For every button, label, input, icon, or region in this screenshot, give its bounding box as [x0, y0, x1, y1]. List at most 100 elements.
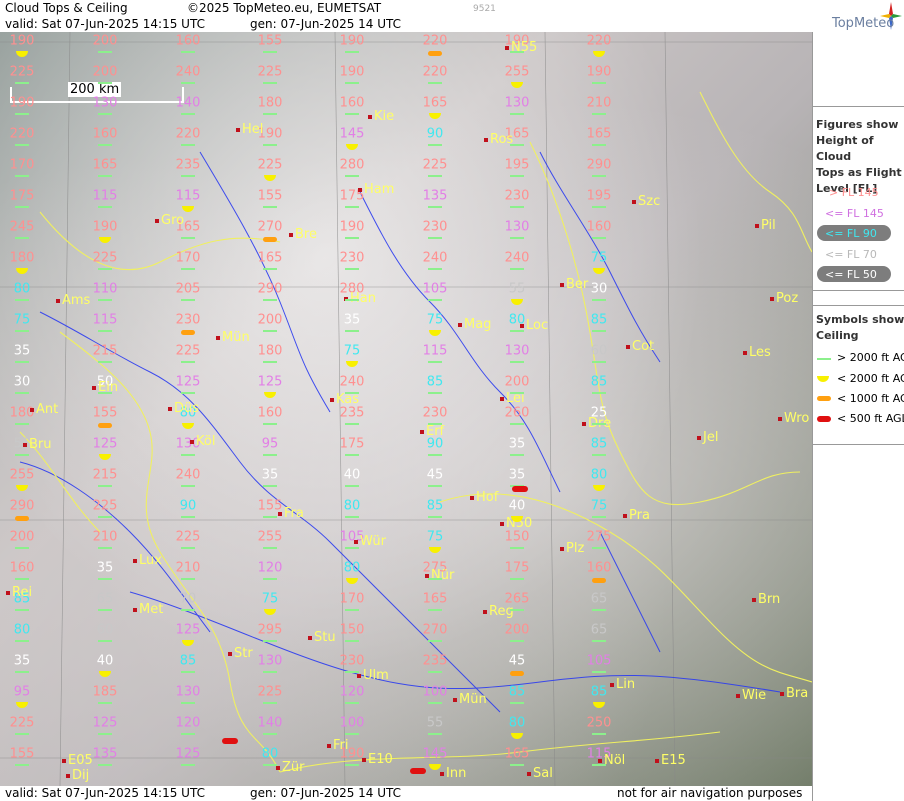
cloud-top-value: 240	[175, 64, 201, 80]
cloud-top-value: 165	[422, 591, 448, 607]
cloud-top-value: 75	[426, 529, 444, 545]
cloud-top-value: 235	[175, 157, 201, 173]
ceiling-1000-marker	[181, 330, 195, 335]
city-label: Sal	[527, 766, 553, 781]
cloud-top-value: 130	[175, 684, 201, 700]
cloud-top-value: 150	[504, 529, 530, 545]
cloud-top-value: 200	[92, 33, 118, 49]
ceiling-high-marker	[592, 206, 606, 208]
city-marker	[168, 406, 172, 411]
cloud-top-value: 65	[590, 622, 608, 638]
ceiling-500-marker	[512, 486, 528, 492]
cloud-top-value: 220	[422, 64, 448, 80]
cloud-top-value: 115	[92, 312, 118, 328]
cloud-top-value: 35	[13, 343, 31, 359]
ceiling-high-marker	[428, 733, 442, 735]
ceiling-high-marker	[345, 454, 359, 456]
city-marker	[278, 511, 282, 516]
city-label: Les	[743, 345, 771, 360]
city-label: Lin	[610, 677, 635, 692]
city-label: Kas	[330, 392, 359, 407]
city-marker	[458, 322, 462, 327]
ceiling-high-marker	[98, 361, 112, 363]
ceiling-1000-marker	[263, 237, 277, 242]
ceiling-high-marker	[181, 175, 195, 177]
cloud-top-value: 130	[504, 219, 530, 235]
cloud-top-value: 255	[504, 64, 530, 80]
ceiling-high-marker	[263, 113, 277, 115]
cloud-top-value: 80	[13, 281, 31, 297]
ceiling-high-marker	[428, 640, 442, 642]
ceiling-high-marker	[345, 671, 359, 673]
ceiling-high-marker	[345, 392, 359, 394]
cloud-top-value: 200	[504, 374, 530, 390]
ceiling-high-marker	[592, 82, 606, 84]
cloud-top-value: 65	[96, 591, 114, 607]
ceiling-high-marker	[428, 485, 442, 487]
ceiling-high-marker	[263, 671, 277, 673]
city-name: Stu	[314, 630, 336, 645]
ceiling-high-marker	[345, 733, 359, 735]
cloud-top-value: 210	[92, 529, 118, 545]
ceiling-high-marker	[98, 578, 112, 580]
ceiling-high-marker	[181, 237, 195, 239]
ceiling-1000-symbol	[817, 396, 831, 401]
ceiling-high-marker	[345, 175, 359, 177]
ceiling-500-marker	[410, 768, 426, 774]
ceiling-high-marker	[181, 609, 195, 611]
ceiling-500-marker	[222, 738, 238, 744]
cloud-top-value: 225	[9, 715, 35, 731]
city-marker	[56, 298, 60, 303]
cloud-top-value: 210	[175, 560, 201, 576]
ceiling-high-marker	[181, 392, 195, 394]
ceiling-high-marker	[510, 330, 524, 332]
ceiling-high-marker	[15, 764, 29, 766]
cloud-top-value: 280	[339, 157, 365, 173]
cloud-top-value: 110	[92, 281, 118, 297]
city-marker	[420, 429, 424, 434]
city-label: Lux	[133, 553, 162, 568]
city-marker	[236, 127, 240, 132]
ceiling-high-marker	[428, 516, 442, 518]
ceiling-high-marker	[510, 206, 524, 208]
city-marker	[470, 495, 474, 500]
ceiling-high-marker	[592, 547, 606, 549]
legend-ceiling-row: > 2000 ft AGL	[837, 351, 904, 364]
city-marker	[289, 232, 293, 237]
city-name: Köl	[196, 434, 216, 449]
ceiling-high-marker	[428, 423, 442, 425]
ceiling-high-marker	[181, 764, 195, 766]
cloud-top-value: 225	[92, 250, 118, 266]
cloud-top-value: 220	[175, 126, 201, 142]
cloud-top-value: 195	[586, 188, 612, 204]
city-name: Mün	[459, 692, 487, 707]
city-label: Kie	[368, 109, 394, 124]
city-marker	[453, 697, 457, 702]
city-marker	[133, 558, 137, 563]
valid-time: valid: Sat 07-Jun-2025 14:15 UTC	[5, 17, 205, 31]
ceiling-high-marker	[181, 82, 195, 84]
cloud-top-value: 290	[9, 498, 35, 514]
ceiling-high-marker	[428, 268, 442, 270]
city-label: Fra	[278, 506, 304, 521]
city-name: Düs	[174, 401, 200, 416]
ceiling-1000-marker	[592, 578, 606, 583]
ceiling-high-marker	[181, 733, 195, 735]
cloud-top-value: 105	[586, 653, 612, 669]
legend-tops-row: <= FL 50	[825, 268, 877, 281]
city-label: Mag	[458, 317, 491, 332]
ceiling-high-marker	[510, 764, 524, 766]
cloud-top-value: 215	[92, 467, 118, 483]
city-name: Bre	[295, 227, 317, 242]
ceiling-high-marker	[345, 547, 359, 549]
city-label: Köl	[190, 434, 215, 449]
city-marker	[308, 635, 312, 640]
cloud-top-value: 60	[590, 343, 608, 359]
city-name: Sal	[533, 766, 553, 781]
city-marker	[778, 416, 782, 421]
city-marker	[66, 773, 70, 778]
cloud-top-value: 35	[343, 312, 361, 328]
cloud-top-value: 230	[339, 250, 365, 266]
ceiling-high-marker	[263, 516, 277, 518]
ceiling-high-marker	[181, 144, 195, 146]
